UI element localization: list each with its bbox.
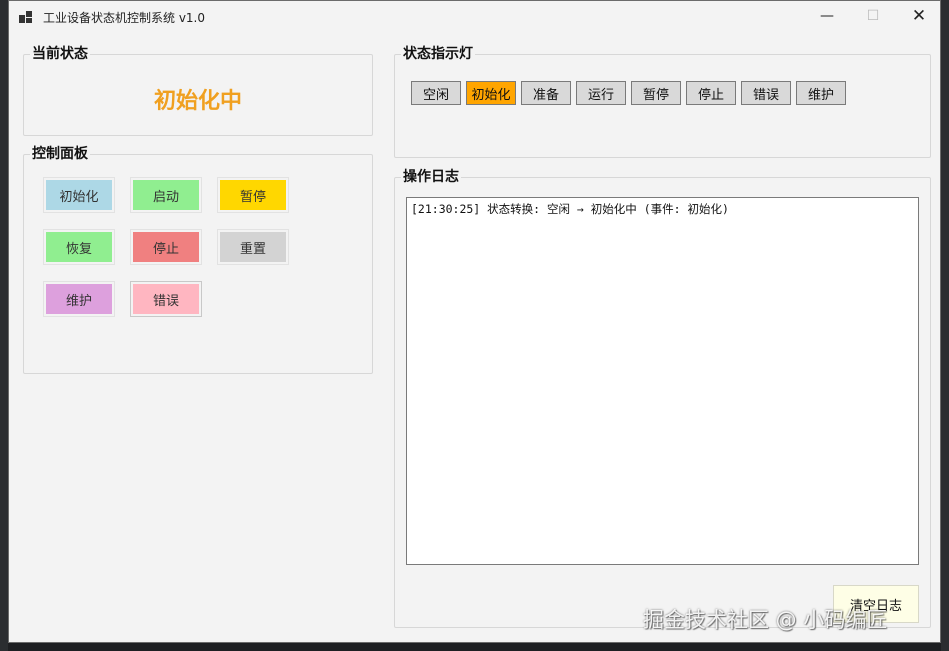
- maximize-button[interactable]: ☐: [850, 1, 896, 31]
- window-title: 工业设备状态机控制系统 v1.0: [43, 10, 206, 25]
- light-error: 错误: [741, 81, 791, 105]
- current-state-group: 当前状态 初始化中: [23, 45, 373, 136]
- reset-button[interactable]: 重置: [217, 229, 289, 265]
- reset-button-label: 重置: [220, 232, 286, 262]
- log-textbox[interactable]: [21:30:25] 状态转换: 空闲 → 初始化中 (事件: 初始化): [406, 197, 919, 565]
- init-button-label: 初始化: [46, 180, 112, 210]
- minimize-button[interactable]: —: [804, 1, 850, 31]
- pause-button-label: 暂停: [220, 180, 286, 210]
- light-ready: 准备: [521, 81, 571, 105]
- start-button-label: 启动: [133, 180, 199, 210]
- light-idle: 空闲: [411, 81, 461, 105]
- watermark: 掘金技术社区 @ 小码编匠: [643, 608, 888, 632]
- app-icon: [19, 10, 33, 24]
- status-lights-group: 状态指示灯 空闲 初始化 准备 运行 暂停 停止 错误 维护: [394, 45, 931, 158]
- pause-button[interactable]: 暂停: [217, 177, 289, 213]
- close-button[interactable]: ✕: [896, 1, 940, 31]
- title-bar[interactable]: 工业设备状态机控制系统 v1.0 — ☐ ✕: [9, 1, 940, 33]
- light-paused: 暂停: [631, 81, 681, 105]
- minimize-icon: —: [820, 8, 834, 24]
- light-maintenance: 维护: [796, 81, 846, 105]
- light-stopped: 停止: [686, 81, 736, 105]
- maintenance-button-label: 维护: [46, 284, 112, 314]
- operation-log-group: 操作日志 [21:30:25] 状态转换: 空闲 → 初始化中 (事件: 初始化…: [394, 168, 931, 628]
- resume-button[interactable]: 恢复: [43, 229, 115, 265]
- error-button[interactable]: 错误: [130, 281, 202, 317]
- stop-button-label: 停止: [133, 232, 199, 262]
- background-editor-right: [941, 0, 949, 651]
- resume-button-label: 恢复: [46, 232, 112, 262]
- control-panel-title: 控制面板: [30, 145, 90, 163]
- operation-log-title: 操作日志: [401, 168, 461, 186]
- close-icon: ✕: [911, 6, 927, 26]
- app-window: 工业设备状态机控制系统 v1.0 — ☐ ✕ 当前状态 初始化中 控制面板 初始…: [8, 0, 941, 643]
- current-state-value: 初始化中: [153, 88, 242, 114]
- light-running: 运行: [576, 81, 626, 105]
- init-button[interactable]: 初始化: [43, 177, 115, 213]
- maintenance-button[interactable]: 维护: [43, 281, 115, 317]
- background-editor-left: [0, 0, 8, 651]
- error-button-label: 错误: [133, 284, 199, 314]
- status-lights-title: 状态指示灯: [401, 45, 475, 63]
- stop-button[interactable]: 停止: [130, 229, 202, 265]
- log-entry: [21:30:25] 状态转换: 空闲 → 初始化中 (事件: 初始化): [411, 202, 729, 216]
- start-button[interactable]: 启动: [130, 177, 202, 213]
- maximize-icon: ☐: [866, 8, 880, 24]
- current-state-title: 当前状态: [30, 45, 90, 63]
- control-panel-group: 控制面板 初始化 启动 暂停 恢复 停止 重置 维护 错误: [23, 145, 373, 374]
- light-initializing: 初始化: [466, 81, 516, 105]
